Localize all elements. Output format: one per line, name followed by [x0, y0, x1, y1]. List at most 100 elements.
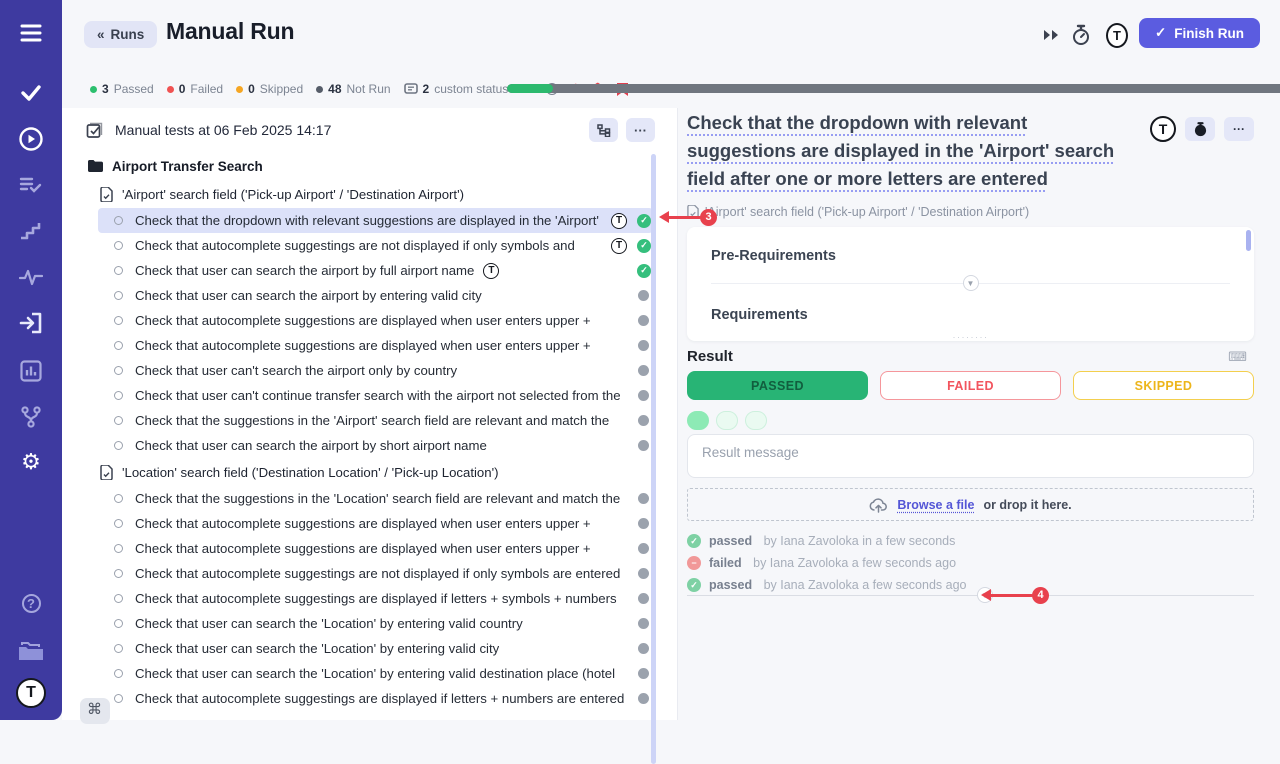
- result-heading: Result: [687, 348, 733, 365]
- back-to-runs-button[interactable]: « Runs: [84, 21, 157, 48]
- branches-icon[interactable]: [18, 404, 44, 430]
- folder-icon: [88, 160, 103, 172]
- tree-row[interactable]: Check that autocomplete suggestings are …: [98, 561, 653, 586]
- menu-icon[interactable]: [18, 20, 44, 46]
- result-tags: [687, 411, 767, 430]
- tree-row[interactable]: Check that the suggestions in the 'Locat…: [98, 486, 653, 511]
- tree-row-label: 'Airport' search field ('Pick-up Airport…: [122, 187, 464, 202]
- tree-row[interactable]: Check that user can't continue transfer …: [98, 383, 653, 408]
- tree-row-label: Check that autocomplete suggestings are …: [135, 238, 575, 253]
- passed-button[interactable]: PASSED: [687, 371, 868, 400]
- tree-row[interactable]: Check that the suggestions in the 'Airpo…: [98, 408, 653, 433]
- steps-icon[interactable]: [18, 218, 44, 244]
- failed-button[interactable]: FAILED: [880, 371, 1061, 400]
- timer-button[interactable]: [1185, 117, 1215, 141]
- status-passed-icon: ✓: [637, 239, 651, 253]
- status-notrun-icon: [638, 340, 649, 351]
- file-dropzone[interactable]: Browse a file or drop it here.: [687, 488, 1254, 521]
- tree-row[interactable]: Check that autocomplete suggestings are …: [98, 686, 653, 711]
- tree-row-label: Check that the suggestions in the 'Airpo…: [135, 413, 609, 428]
- tree-row[interactable]: 'Location' search field ('Destination Lo…: [62, 458, 677, 486]
- tree-row[interactable]: Check that autocomplete suggestings are …: [98, 586, 653, 611]
- annotation-arrow-3: 3: [659, 208, 717, 226]
- tree-row-label: Check that user can't continue transfer …: [135, 388, 621, 403]
- tree-row-label: Check that user can't search the airport…: [135, 363, 457, 378]
- tree-row[interactable]: Airport Transfer Search: [62, 152, 677, 180]
- history-status-icon: ✓: [687, 534, 701, 548]
- result-tag[interactable]: [745, 411, 767, 430]
- history-status-icon: ✓: [687, 578, 701, 592]
- reports-chart-icon[interactable]: [18, 358, 44, 384]
- status-dot-icon: [167, 86, 174, 93]
- statuses-icon: [404, 83, 418, 96]
- detail-more-button[interactable]: ···: [1224, 117, 1254, 141]
- tree-row[interactable]: Check that user can search the airport b…: [98, 258, 653, 283]
- status-passed-icon: ✓: [637, 264, 651, 278]
- import-icon[interactable]: [18, 310, 44, 336]
- tree-row[interactable]: Check that autocomplete suggestings are …: [98, 233, 653, 258]
- result-tag[interactable]: [687, 411, 709, 430]
- test-circle-icon: [114, 594, 123, 603]
- run-progress-bar: [507, 84, 1280, 93]
- skipped-button[interactable]: SKIPPED: [1073, 371, 1254, 400]
- requirements-card: Pre-Requirements ▼ Requirements ········: [687, 227, 1254, 341]
- status-dot-icon: [316, 86, 323, 93]
- tree-row[interactable]: 'Airport' search field ('Pick-up Airport…: [62, 180, 677, 208]
- main-sidebar: ⚙ ? T: [0, 0, 62, 720]
- status-dot-icon: [236, 86, 243, 93]
- tree-row-label: Check that the dropdown with relevant su…: [135, 213, 599, 228]
- test-circle-icon: [114, 216, 123, 225]
- breadcrumb[interactable]: 'Airport' search field ('Pick-up Airport…: [687, 205, 1029, 219]
- test-title[interactable]: Check that the dropdown with relevant su…: [687, 109, 1157, 193]
- tree-row[interactable]: Check that user can search the airport b…: [98, 433, 653, 458]
- status-notrun-icon: [638, 568, 649, 579]
- tree-row[interactable]: Check that the dropdown with relevant su…: [98, 208, 653, 233]
- tree-row[interactable]: Check that user can search the 'Location…: [98, 636, 653, 661]
- tests-check-icon[interactable]: [18, 80, 44, 106]
- projects-folder-icon[interactable]: [18, 638, 44, 664]
- card-scrollbar[interactable]: [1246, 230, 1251, 251]
- test-circle-icon: [114, 366, 123, 375]
- tree-row[interactable]: Check that user can't search the airport…: [98, 358, 653, 383]
- tree-row[interactable]: Check that user can search the 'Location…: [98, 611, 653, 636]
- status-counter: 0 Failed: [167, 82, 223, 96]
- tree-row-label: Check that autocomplete suggestions are …: [135, 338, 591, 353]
- test-plans-icon[interactable]: [18, 172, 44, 198]
- status-counter: 0 Skipped: [236, 82, 303, 96]
- tree-row-label: Check that autocomplete suggestions are …: [135, 541, 591, 556]
- fast-forward-icon[interactable]: [1040, 24, 1062, 46]
- tree-row[interactable]: Check that autocomplete suggestions are …: [98, 511, 653, 536]
- browse-file-link[interactable]: Browse a file: [897, 498, 974, 512]
- stopwatch-icon[interactable]: [1070, 24, 1092, 46]
- tree-view-button[interactable]: [589, 118, 618, 142]
- tree-row-label: Check that user can search the 'Location…: [135, 616, 523, 631]
- document-icon: [100, 187, 113, 202]
- status-notrun-icon: [638, 618, 649, 629]
- tree-row[interactable]: Check that user can search the airport b…: [98, 283, 653, 308]
- tree-row-label: Check that the suggestions in the 'Locat…: [135, 491, 620, 506]
- tree-scrollbar[interactable]: [651, 154, 656, 764]
- test-tree: Airport Transfer Search 'Airport' search…: [62, 152, 677, 720]
- drag-handle[interactable]: ········: [687, 333, 1254, 341]
- finish-run-button[interactable]: ✓ Finish Run: [1139, 18, 1260, 48]
- result-tag[interactable]: [716, 411, 738, 430]
- pulse-icon[interactable]: [18, 264, 44, 290]
- tree-row[interactable]: Check that user can search the 'Location…: [98, 661, 653, 686]
- tree-row[interactable]: Check that autocomplete suggestions are …: [98, 536, 653, 561]
- section-toggle-icon[interactable]: ▼: [963, 275, 979, 291]
- help-icon[interactable]: ?: [18, 590, 44, 616]
- result-message-input[interactable]: [687, 434, 1254, 478]
- tree-more-button[interactable]: ···: [626, 118, 655, 142]
- runs-play-icon[interactable]: [18, 126, 44, 152]
- test-tree-panel: Manual tests at 06 Feb 2025 14:17 ··· Ai…: [62, 108, 678, 720]
- test-circle-icon: [114, 241, 123, 250]
- tree-row[interactable]: Check that autocomplete suggestions are …: [98, 333, 653, 358]
- status-notrun-icon: [638, 593, 649, 604]
- testomat-logo[interactable]: T: [16, 678, 46, 708]
- testomat-badge-icon: T: [483, 263, 499, 279]
- testomat-logo-small[interactable]: T: [1106, 24, 1128, 46]
- app-window: ⚙ ? T « Runs Manual Run T ✓ Finis: [0, 0, 1280, 720]
- hotkeys-hint: ⌨: [1228, 350, 1254, 365]
- settings-gear-icon[interactable]: ⚙: [18, 450, 44, 476]
- tree-row[interactable]: Check that autocomplete suggestions are …: [98, 308, 653, 333]
